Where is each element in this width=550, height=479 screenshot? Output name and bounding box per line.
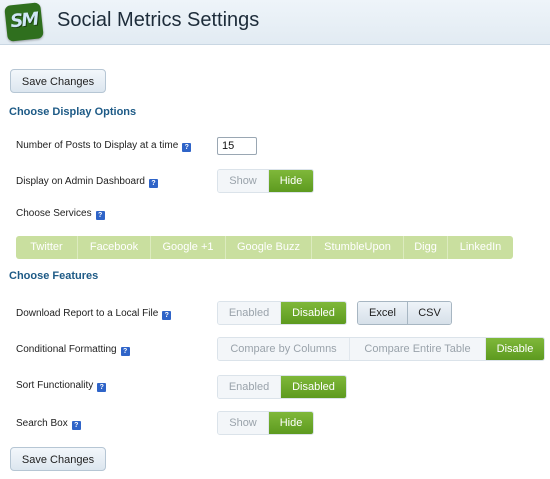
service-google-plus-one[interactable]: Google +1 [151, 236, 226, 259]
download-label-text: Download Report to a Local File [16, 308, 159, 319]
dashboard-toggle: Show Hide [217, 169, 314, 193]
sort-enabled-option[interactable]: Enabled [218, 376, 281, 398]
download-label: Download Report to a Local File? [16, 308, 172, 320]
search-show-option[interactable]: Show [218, 412, 269, 434]
page-header: SM Social Metrics Settings [0, 0, 550, 45]
help-icon[interactable]: ? [71, 421, 81, 430]
section-display-options: Choose Display Options [9, 106, 137, 118]
service-google-buzz[interactable]: Google Buzz [226, 236, 312, 259]
help-icon[interactable]: ? [148, 179, 158, 188]
save-changes-button-top[interactable]: Save Changes [10, 69, 106, 93]
download-enabled-option[interactable]: Enabled [218, 302, 281, 324]
service-digg[interactable]: Digg [404, 236, 448, 259]
search-hide-option[interactable]: Hide [269, 412, 313, 434]
service-twitter[interactable]: Twitter [16, 236, 78, 259]
sort-label-text: Sort Functionality [16, 380, 94, 391]
format-excel-option[interactable]: Excel [358, 302, 408, 324]
conditional-label-text: Conditional Formatting [16, 344, 117, 355]
help-icon[interactable]: ? [120, 347, 130, 356]
search-box-toggle: Show Hide [217, 411, 314, 435]
help-icon[interactable]: ? [97, 383, 107, 392]
posts-label-text: Number of Posts to Display at a time [16, 140, 179, 151]
services-label: Choose Services? [16, 208, 105, 220]
help-icon[interactable]: ? [95, 211, 105, 220]
save-changes-button-bottom[interactable]: Save Changes [10, 447, 106, 471]
help-icon[interactable]: ? [182, 143, 192, 152]
posts-label: Number of Posts to Display at a time? [16, 140, 192, 152]
dashboard-label: Display on Admin Dashboard? [16, 176, 158, 188]
conditional-disable-option[interactable]: Disable [486, 338, 544, 360]
logo: SM [4, 2, 44, 42]
sort-toggle: Enabled Disabled [217, 375, 347, 399]
sort-label: Sort Functionality? [16, 380, 107, 392]
sort-disabled-option[interactable]: Disabled [281, 376, 346, 398]
dashboard-label-text: Display on Admin Dashboard [16, 176, 145, 187]
download-format-selector: Excel CSV [357, 301, 452, 325]
compare-by-columns-option[interactable]: Compare by Columns [218, 338, 350, 360]
page-title: Social Metrics Settings [57, 9, 260, 31]
search-box-label-text: Search Box [16, 418, 68, 429]
dashboard-hide-option[interactable]: Hide [269, 170, 313, 192]
search-box-label: Search Box? [16, 418, 81, 430]
format-csv-option[interactable]: CSV [408, 302, 451, 324]
compare-entire-table-option[interactable]: Compare Entire Table [350, 338, 486, 360]
posts-count-input[interactable]: 15 [217, 137, 257, 155]
dashboard-show-option[interactable]: Show [218, 170, 269, 192]
help-icon[interactable]: ? [162, 311, 172, 320]
section-features: Choose Features [9, 270, 99, 282]
conditional-formatting-selector: Compare by Columns Compare Entire Table … [217, 337, 545, 361]
download-disabled-option[interactable]: Disabled [281, 302, 346, 324]
download-toggle: Enabled Disabled [217, 301, 347, 325]
conditional-label: Conditional Formatting? [16, 344, 130, 356]
service-stumbleupon[interactable]: StumbleUpon [312, 236, 404, 259]
service-facebook[interactable]: Facebook [78, 236, 151, 259]
service-linkedin[interactable]: LinkedIn [448, 236, 513, 259]
logo-text: SM [9, 8, 39, 33]
services-label-text: Choose Services [16, 208, 92, 219]
services-selector: Twitter Facebook Google +1 Google Buzz S… [16, 236, 513, 259]
